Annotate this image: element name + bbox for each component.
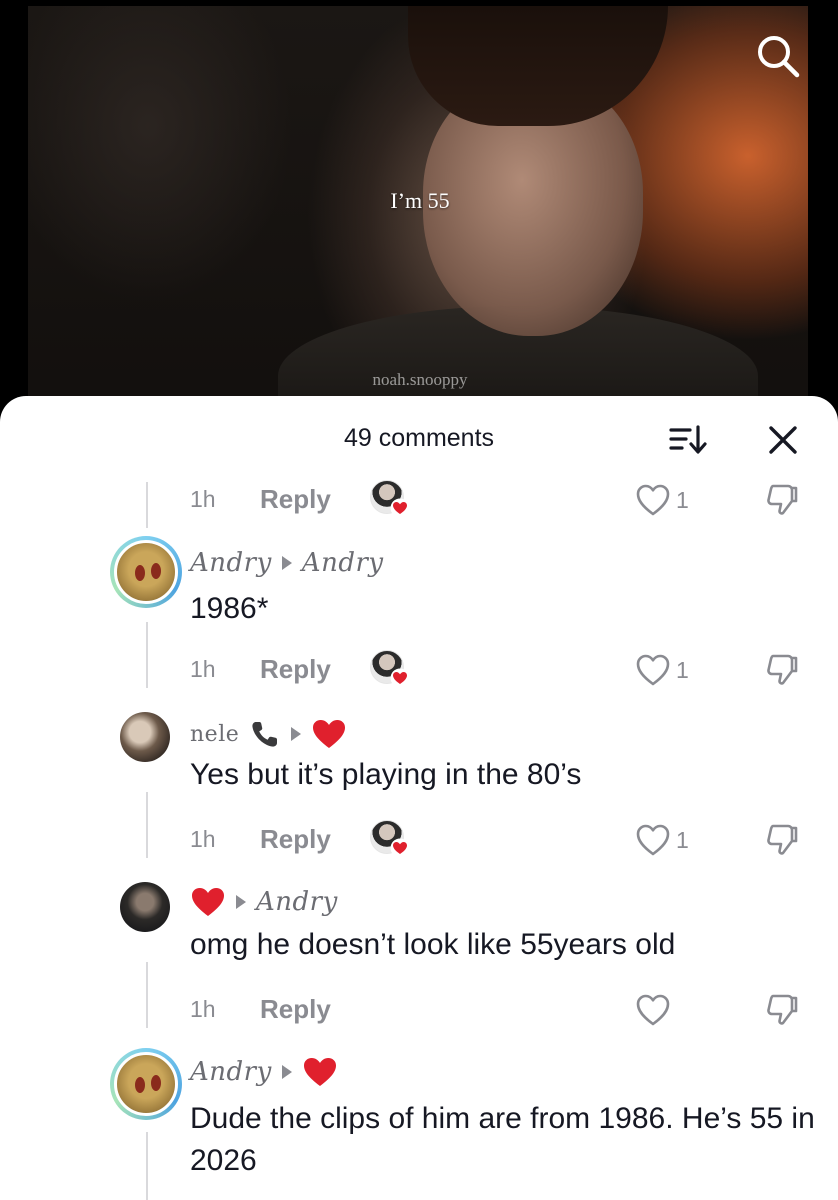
liked-by-creator-badge: [370, 820, 410, 860]
dislike-button[interactable]: [760, 650, 804, 690]
reply-arrow-icon: [291, 727, 302, 741]
comment-time: 1h: [190, 826, 216, 852]
like-button[interactable]: 1: [634, 478, 704, 522]
video-player[interactable]: I’m 55 noah.snooppy: [0, 0, 838, 430]
video-watermark: noah.snooppy: [372, 370, 468, 389]
heart-icon: [390, 668, 410, 688]
comment-time: 1h: [190, 656, 216, 682]
thread-line: [146, 1132, 148, 1200]
comment-username-line: Andry: [190, 886, 338, 918]
reply-target[interactable]: Andry: [256, 887, 338, 917]
reply-button[interactable]: Reply: [260, 654, 331, 685]
comment-text: Yes but it’s playing in the 80’s: [190, 758, 582, 791]
red-heart-icon: [192, 888, 224, 916]
liked-by-creator-badge: [370, 480, 410, 520]
comment-actions-row: 1h Reply 1: [0, 648, 838, 692]
close-button[interactable]: [760, 420, 806, 460]
comment-text: omg he doesn’t look like 55years old: [190, 928, 676, 961]
comment-username-line: nele: [190, 718, 347, 750]
sort-icon: [669, 425, 707, 454]
avatar[interactable]: [120, 712, 170, 762]
comment-author[interactable]: Andry: [190, 548, 272, 578]
close-icon: [769, 426, 797, 454]
phone-icon: [252, 722, 278, 747]
comment-author[interactable]: nele: [190, 722, 239, 747]
reply-target[interactable]: Andry: [302, 548, 384, 578]
comment-actions-row: 1h Reply: [0, 988, 838, 1032]
reply-button[interactable]: Reply: [260, 994, 331, 1025]
dislike-button[interactable]: [760, 480, 804, 520]
avatar[interactable]: [110, 536, 182, 608]
like-button[interactable]: [634, 988, 704, 1032]
dislike-button[interactable]: [760, 820, 804, 860]
liked-by-creator-badge: [370, 650, 410, 690]
reply-arrow-icon: [236, 895, 246, 909]
comment-username-line: Andry: [190, 1056, 338, 1088]
like-button[interactable]: 1: [634, 818, 704, 862]
reply-arrow-icon: [281, 556, 292, 570]
search-icon: [758, 36, 800, 78]
thumbs-down-icon: [767, 484, 798, 515]
reply-button[interactable]: Reply: [260, 484, 331, 515]
avatar[interactable]: [120, 882, 170, 932]
heart-outline-icon: [636, 654, 670, 686]
comments-count-title: 49 comments: [343, 424, 495, 452]
thumbs-down-icon: [767, 824, 798, 855]
comments-sheet: 49 comments 1h Reply 1 Andry Andry 1986*…: [0, 396, 838, 1200]
like-button[interactable]: 1: [634, 648, 704, 692]
video-caption: I’m 55: [390, 188, 450, 213]
comment-text: Dude the clips of him are from 1986. He’…: [190, 1102, 815, 1177]
heart-icon: [390, 498, 410, 518]
reply-button[interactable]: Reply: [260, 824, 331, 855]
thumbs-down-icon: [767, 994, 798, 1025]
search-button[interactable]: [752, 30, 804, 82]
video-frame: [28, 6, 808, 430]
red-heart-icon: [313, 720, 346, 748]
heart-outline-icon: [636, 994, 670, 1026]
comment-time: 1h: [190, 996, 216, 1022]
comment-text: 1986*: [190, 592, 269, 625]
heart-outline-icon: [636, 824, 670, 856]
sort-button[interactable]: [664, 420, 712, 460]
like-count: 1: [676, 486, 689, 513]
comment-username-line: Andry Andry: [190, 548, 384, 578]
comments-header: 49 comments: [0, 396, 838, 480]
reply-arrow-icon: [281, 1065, 292, 1079]
like-count: 1: [676, 826, 689, 853]
avatar[interactable]: [110, 1048, 182, 1120]
dislike-button[interactable]: [760, 990, 804, 1030]
heart-outline-icon: [636, 484, 670, 516]
video-subject-hair: [408, 6, 668, 126]
like-count: 1: [676, 656, 689, 683]
comment-actions-row: 1h Reply 1: [0, 478, 838, 522]
comment-actions-row: 1h Reply 1: [0, 818, 838, 862]
red-heart-icon: [303, 1058, 336, 1086]
heart-icon: [390, 838, 410, 858]
thumbs-down-icon: [767, 654, 798, 685]
comment-time: 1h: [190, 486, 216, 512]
comment-author[interactable]: Andry: [190, 1057, 272, 1087]
